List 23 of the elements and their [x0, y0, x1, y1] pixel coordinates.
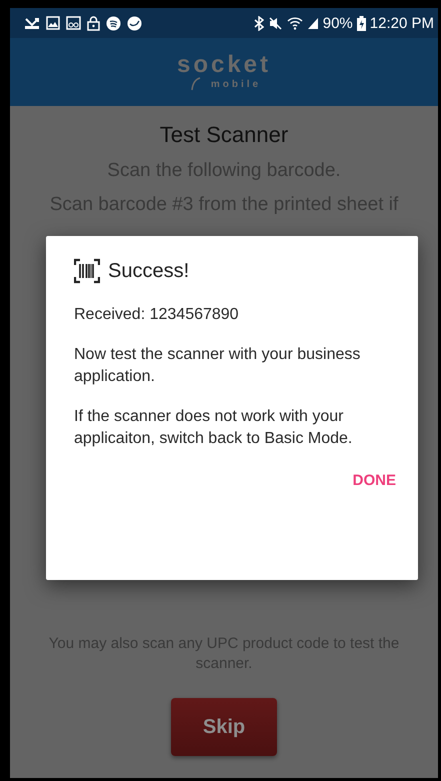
- signal-icon: [306, 16, 319, 30]
- bluetooth-icon: [254, 16, 264, 30]
- image-icon: [46, 16, 60, 30]
- voicemail-icon: [66, 16, 81, 30]
- battery-percentage: 90%: [322, 14, 353, 32]
- mute-icon: [268, 16, 283, 30]
- dialog-message: Now test the scanner with your business application.: [74, 345, 362, 387]
- logo-subtitle: mobile: [210, 78, 262, 90]
- lock-icon: [87, 16, 100, 30]
- dialog-message: If the scanner does not work with your applicaiton, switch back to Basic Mode.: [74, 407, 354, 449]
- skip-button[interactable]: Skip: [171, 698, 277, 756]
- screen-title: Test Scanner: [160, 122, 288, 148]
- music-app-icon: [106, 16, 121, 30]
- clock-time: 12:20 PM: [370, 14, 434, 32]
- barcode-scan-icon: [74, 258, 100, 284]
- dialog-title: Success!: [108, 260, 190, 282]
- wifi-icon: [286, 16, 303, 30]
- logo-wordmark: socket: [176, 53, 272, 77]
- dialog-message: Received: 1234567890: [74, 305, 240, 325]
- done-button[interactable]: DONE: [352, 468, 396, 493]
- missed-call-icon: [24, 16, 40, 30]
- logo-swoosh-icon: [190, 77, 201, 91]
- battery-charging-icon: [356, 16, 366, 30]
